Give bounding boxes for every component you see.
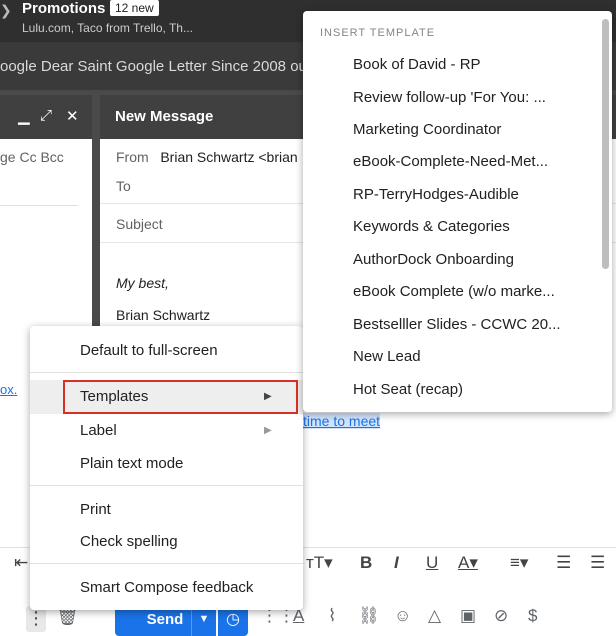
bold-icon[interactable]: B (360, 553, 372, 573)
left-compose-link-fragment[interactable]: ox. (0, 382, 17, 397)
divider (0, 205, 78, 206)
template-item[interactable]: Hot Seat (recap) (353, 381, 463, 398)
to-label: To (116, 178, 131, 194)
insert-template-menu: INSERT TEMPLATE Book of David - RP Revie… (303, 11, 612, 412)
indent-less-icon[interactable]: ⇤ (14, 553, 28, 573)
template-item[interactable]: New Lead (353, 348, 421, 365)
template-item[interactable]: Marketing Coordinator (353, 121, 501, 138)
align-icon[interactable]: ≡▾ (510, 553, 528, 573)
expand-icon[interactable]: ⤢ (40, 107, 52, 124)
dollar-icon[interactable]: $ (528, 606, 537, 626)
email-snippet: oogle Dear Saint Google Letter Since 200… (0, 58, 328, 75)
scrollbar-thumb[interactable] (602, 19, 609, 269)
signature-signoff: My best, (116, 275, 169, 291)
to-field[interactable]: To (116, 178, 131, 194)
chevron-right-icon: ❯ (0, 2, 12, 18)
signature-name: Brian Schwartz (116, 307, 211, 323)
divider (30, 485, 303, 486)
confidential-mode-icon[interactable]: ⊘ (494, 606, 508, 626)
close-icon[interactable]: ✕ (66, 107, 79, 125)
promotions-senders: Lulu.com, Taco from Trello, Th... (22, 21, 193, 35)
template-item[interactable]: Bestselller Slides - CCWC 20... (353, 316, 561, 333)
from-label: From (116, 149, 149, 165)
font-size-icon[interactable]: ᴛT▾ (306, 553, 333, 573)
template-item[interactable]: eBook Complete (w/o marke... (353, 283, 555, 300)
time-to-meet-link[interactable]: time to meet (303, 413, 381, 429)
from-value: Brian Schwartz <brian (160, 149, 298, 165)
menu-item-smart-compose-feedback[interactable]: Smart Compose feedback (80, 579, 253, 596)
insert-template-heading: INSERT TEMPLATE (320, 27, 436, 39)
template-item[interactable]: Book of David - RP (353, 56, 481, 73)
link-icon[interactable]: ⛓ (358, 606, 380, 626)
compose-title: New Message (115, 108, 214, 125)
menu-item-print[interactable]: Print (80, 501, 111, 518)
photo-icon[interactable]: ▣ (460, 606, 476, 626)
template-item[interactable]: Keywords & Categories (353, 218, 510, 235)
promotions-label: Promotions (22, 0, 106, 17)
minimize-icon[interactable]: ▁ (18, 107, 30, 125)
menu-item-check-spelling[interactable]: Check spelling (80, 533, 178, 550)
from-field[interactable]: From Brian Schwartz <brian (116, 149, 298, 165)
bulleted-list-icon[interactable]: ☰ (590, 553, 605, 573)
menu-item-plain-text[interactable]: Plain text mode (80, 455, 183, 472)
menu-item-label[interactable]: Label (80, 422, 117, 439)
menu-item-fullscreen[interactable]: Default to full-screen (80, 342, 218, 359)
menu-item-templates[interactable]: Templates (80, 388, 148, 405)
text-color-icon[interactable]: A▾ (458, 553, 478, 573)
send-label: Send (146, 611, 184, 628)
subject-field[interactable]: Subject (116, 216, 163, 232)
subject-placeholder: Subject (116, 216, 163, 232)
template-item[interactable]: Review follow-up 'For You: ... (353, 89, 546, 106)
drive-icon[interactable]: △ (428, 606, 441, 626)
template-item[interactable]: AuthorDock Onboarding (353, 251, 514, 268)
new-badge: 12 new (110, 0, 159, 16)
left-compose-header: ▁ ⤢ ✕ (0, 95, 92, 139)
underline-icon[interactable]: U (426, 553, 438, 573)
divider (30, 563, 303, 564)
divider (30, 372, 303, 373)
template-item[interactable]: RP-TerryHodges-Audible (353, 186, 519, 203)
more-options-menu: Default to full-screen Templates ▶ Label… (30, 326, 303, 610)
numbered-list-icon[interactable]: ☰ (556, 553, 571, 573)
attach-icon[interactable]: ⌇ (328, 606, 336, 626)
emoji-icon[interactable]: ☺ (394, 606, 411, 626)
template-item[interactable]: eBook-Complete-Need-Met... (353, 153, 548, 170)
caret-right-icon: ▶ (264, 425, 272, 436)
caret-right-icon: ▶ (264, 391, 272, 402)
italic-icon[interactable]: I (394, 553, 399, 573)
cc-bcc-links[interactable]: ge Cc Bcc (0, 149, 64, 165)
